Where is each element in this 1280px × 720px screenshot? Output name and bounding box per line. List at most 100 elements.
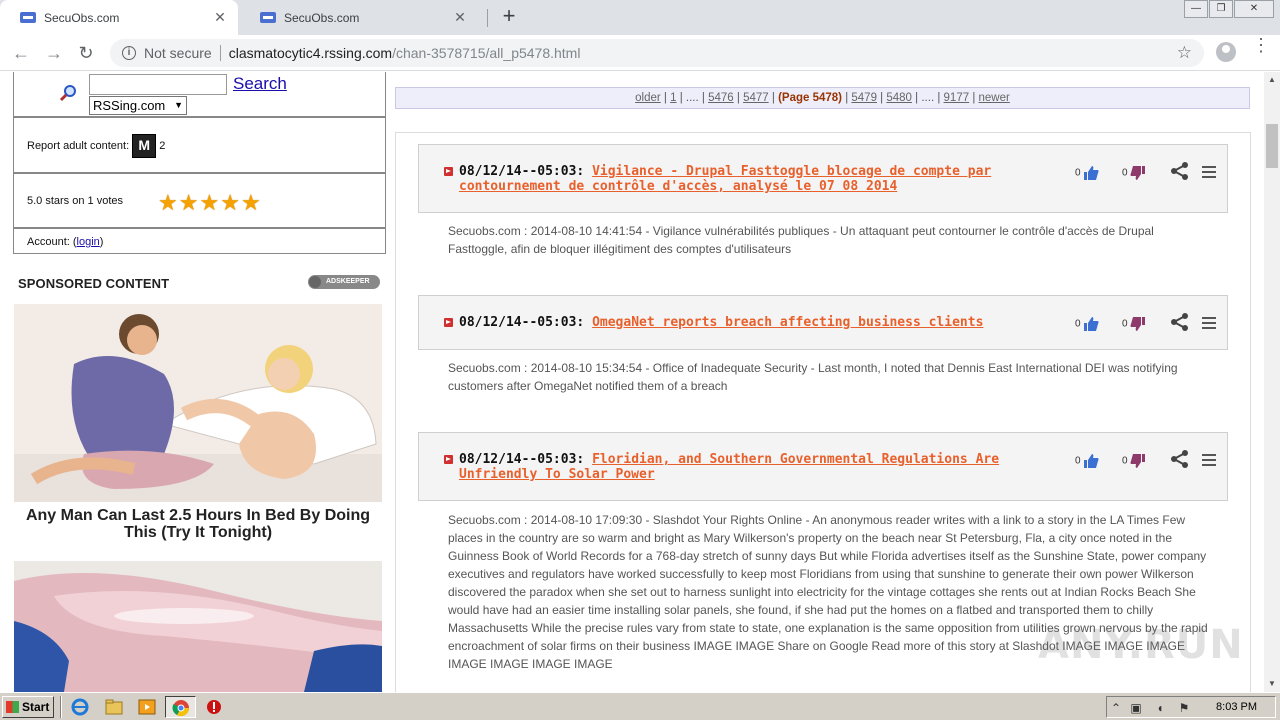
- pager-newer-link[interactable]: newer: [979, 92, 1010, 104]
- report-label: Report adult content:: [27, 139, 130, 152]
- internet-explorer-icon[interactable]: [69, 697, 91, 717]
- rss-bullet-icon: [444, 167, 453, 176]
- thumbs-down-icon[interactable]: [1130, 316, 1146, 332]
- menu-icon[interactable]: [1202, 454, 1216, 466]
- address-bar[interactable]: i Not secure clasmatocytic4.rssing.com/c…: [110, 39, 1204, 67]
- search-button[interactable]: Search: [233, 74, 287, 94]
- network-icon[interactable]: ▣: [1129, 701, 1143, 715]
- scroll-down-arrow-icon[interactable]: ▼: [1264, 676, 1280, 692]
- downvote-control[interactable]: 0: [1122, 316, 1146, 332]
- page-viewport: Search RSSing.com ▼ Report adult content…: [0, 72, 1280, 692]
- ad-image-2[interactable]: [14, 561, 382, 692]
- close-tab-icon[interactable]: ✕: [452, 9, 468, 26]
- url-host[interactable]: clasmatocytic4.rssing.com: [229, 45, 392, 61]
- thumbs-up-icon[interactable]: [1083, 453, 1099, 469]
- share-icon[interactable]: [1170, 161, 1190, 181]
- page-scrollbar[interactable]: ▲ ▼: [1264, 72, 1280, 692]
- scroll-thumb[interactable]: [1266, 124, 1278, 168]
- tab-title: SecuObs.com: [284, 10, 360, 25]
- downvote-control[interactable]: 0: [1122, 453, 1146, 469]
- menu-icon[interactable]: [1202, 317, 1216, 329]
- flag-icon[interactable]: ⚑: [1177, 701, 1191, 715]
- pager-page-link[interactable]: 1: [670, 92, 676, 104]
- star-icon[interactable]: ★: [199, 192, 219, 214]
- reload-button[interactable]: ↻: [74, 41, 98, 65]
- scroll-up-arrow-icon[interactable]: ▲: [1264, 72, 1280, 88]
- pager-page-link[interactable]: 5477: [743, 92, 769, 104]
- rating-stars[interactable]: ★★★★★: [158, 192, 262, 215]
- taskbar: Start ⌃ ▣ ◖ ⚑ 8:03 PM: [0, 692, 1280, 720]
- close-tab-icon[interactable]: ✕: [212, 9, 228, 26]
- tab-secuobs-1[interactable]: SecuObs.com ✕: [0, 0, 238, 35]
- browser-toolbar: ← → ↻ i Not secure clasmatocytic4.rssing…: [0, 35, 1280, 71]
- close-window-button[interactable]: ✕: [1234, 0, 1274, 18]
- account-panel: Account: (login): [13, 228, 386, 254]
- start-button[interactable]: Start: [2, 696, 54, 718]
- pager-page-link[interactable]: 5479: [851, 92, 877, 104]
- pager-page-link[interactable]: 5476: [708, 92, 734, 104]
- upvote-count: 0: [1075, 455, 1081, 467]
- share-icon[interactable]: [1170, 312, 1190, 332]
- site-select[interactable]: RSSing.com ▼: [89, 96, 187, 115]
- thumbs-down-icon[interactable]: [1130, 453, 1146, 469]
- thumbs-up-icon[interactable]: [1083, 316, 1099, 332]
- upvote-count: 0: [1075, 167, 1081, 179]
- restore-button[interactable]: ❐: [1209, 0, 1233, 18]
- search-input[interactable]: [89, 74, 227, 95]
- chrome-taskbar-button[interactable]: [165, 696, 196, 718]
- thumbs-down-icon[interactable]: [1130, 165, 1146, 181]
- entry-title-link[interactable]: OmegaNet reports breach affecting busine…: [592, 315, 983, 330]
- pager-older-link[interactable]: older: [635, 92, 661, 104]
- downvote-control[interactable]: 0: [1122, 165, 1146, 181]
- bookmark-star-icon[interactable]: ☆: [1177, 43, 1192, 63]
- tab-secuobs-2[interactable]: SecuObs.com ✕: [240, 0, 478, 35]
- folder-icon[interactable]: [103, 697, 125, 717]
- site-select-value: RSSing.com: [93, 98, 166, 113]
- entry-date: 08/12/14--05:03:: [459, 452, 585, 467]
- star-icon[interactable]: ★: [158, 192, 178, 214]
- info-icon[interactable]: i: [122, 46, 136, 60]
- report-count: 2: [159, 139, 166, 152]
- upvote-control[interactable]: 0: [1075, 453, 1099, 469]
- star-icon[interactable]: ★: [220, 192, 240, 214]
- new-tab-button[interactable]: +: [497, 5, 521, 29]
- upvote-control[interactable]: 0: [1075, 165, 1099, 181]
- rating-panel: 5.0 stars on 1 votes ★★★★★: [13, 173, 386, 228]
- adskeeper-logo[interactable]: ADSKEEPER: [308, 275, 380, 289]
- menu-icon[interactable]: [1202, 166, 1216, 178]
- upvote-control[interactable]: 0: [1075, 316, 1099, 332]
- forward-button[interactable]: →: [42, 41, 66, 65]
- tab-title: SecuObs.com: [44, 10, 120, 25]
- entry-title: 08/12/14--05:03: Vigilance - Drupal Fast…: [459, 164, 1079, 194]
- tray-expand-icon[interactable]: ⌃: [1109, 701, 1123, 715]
- media-player-icon[interactable]: [136, 697, 158, 717]
- star-icon[interactable]: ★: [241, 192, 261, 214]
- ad-image-1[interactable]: [14, 304, 382, 502]
- profile-avatar-icon[interactable]: [1216, 42, 1236, 62]
- entry-title: 08/12/14--05:03: OmegaNet reports breach…: [459, 315, 1079, 330]
- login-link[interactable]: login: [77, 236, 100, 248]
- minimize-button[interactable]: —: [1184, 0, 1208, 18]
- url-path[interactable]: /chan-3578715/all_p5478.html: [392, 45, 580, 61]
- pager-page-link[interactable]: 5480: [886, 92, 912, 104]
- back-button[interactable]: ←: [9, 41, 33, 65]
- star-icon[interactable]: ★: [179, 192, 199, 214]
- opera-icon[interactable]: [203, 697, 225, 717]
- mature-badge-icon[interactable]: M: [132, 134, 157, 158]
- entry-date: 08/12/14--05:03:: [459, 315, 585, 330]
- account-prefix: Account: (: [27, 236, 77, 248]
- security-status[interactable]: Not secure: [144, 45, 212, 61]
- browser-menu-icon[interactable]: ⋮: [1252, 36, 1270, 54]
- clock[interactable]: 8:03 PM: [1216, 701, 1257, 713]
- rss-favicon-icon: [260, 12, 276, 23]
- ad-caption-1[interactable]: Any Man Can Last 2.5 Hours In Bed By Doi…: [14, 507, 382, 541]
- entry-body: Secuobs.com : 2014-08-10 15:34:54 - Offi…: [448, 361, 1178, 393]
- thumbs-up-icon[interactable]: [1083, 165, 1099, 181]
- entry-date: 08/12/14--05:03:: [459, 164, 585, 179]
- entry-body: Secuobs.com : 2014-08-10 14:41:54 - Vigi…: [448, 224, 1154, 256]
- share-icon[interactable]: [1170, 449, 1190, 469]
- volume-icon[interactable]: ◖: [1153, 701, 1167, 715]
- pager-page-link[interactable]: 9177: [944, 92, 970, 104]
- rss-bullet-icon: [444, 455, 453, 464]
- upvote-count: 0: [1075, 318, 1081, 330]
